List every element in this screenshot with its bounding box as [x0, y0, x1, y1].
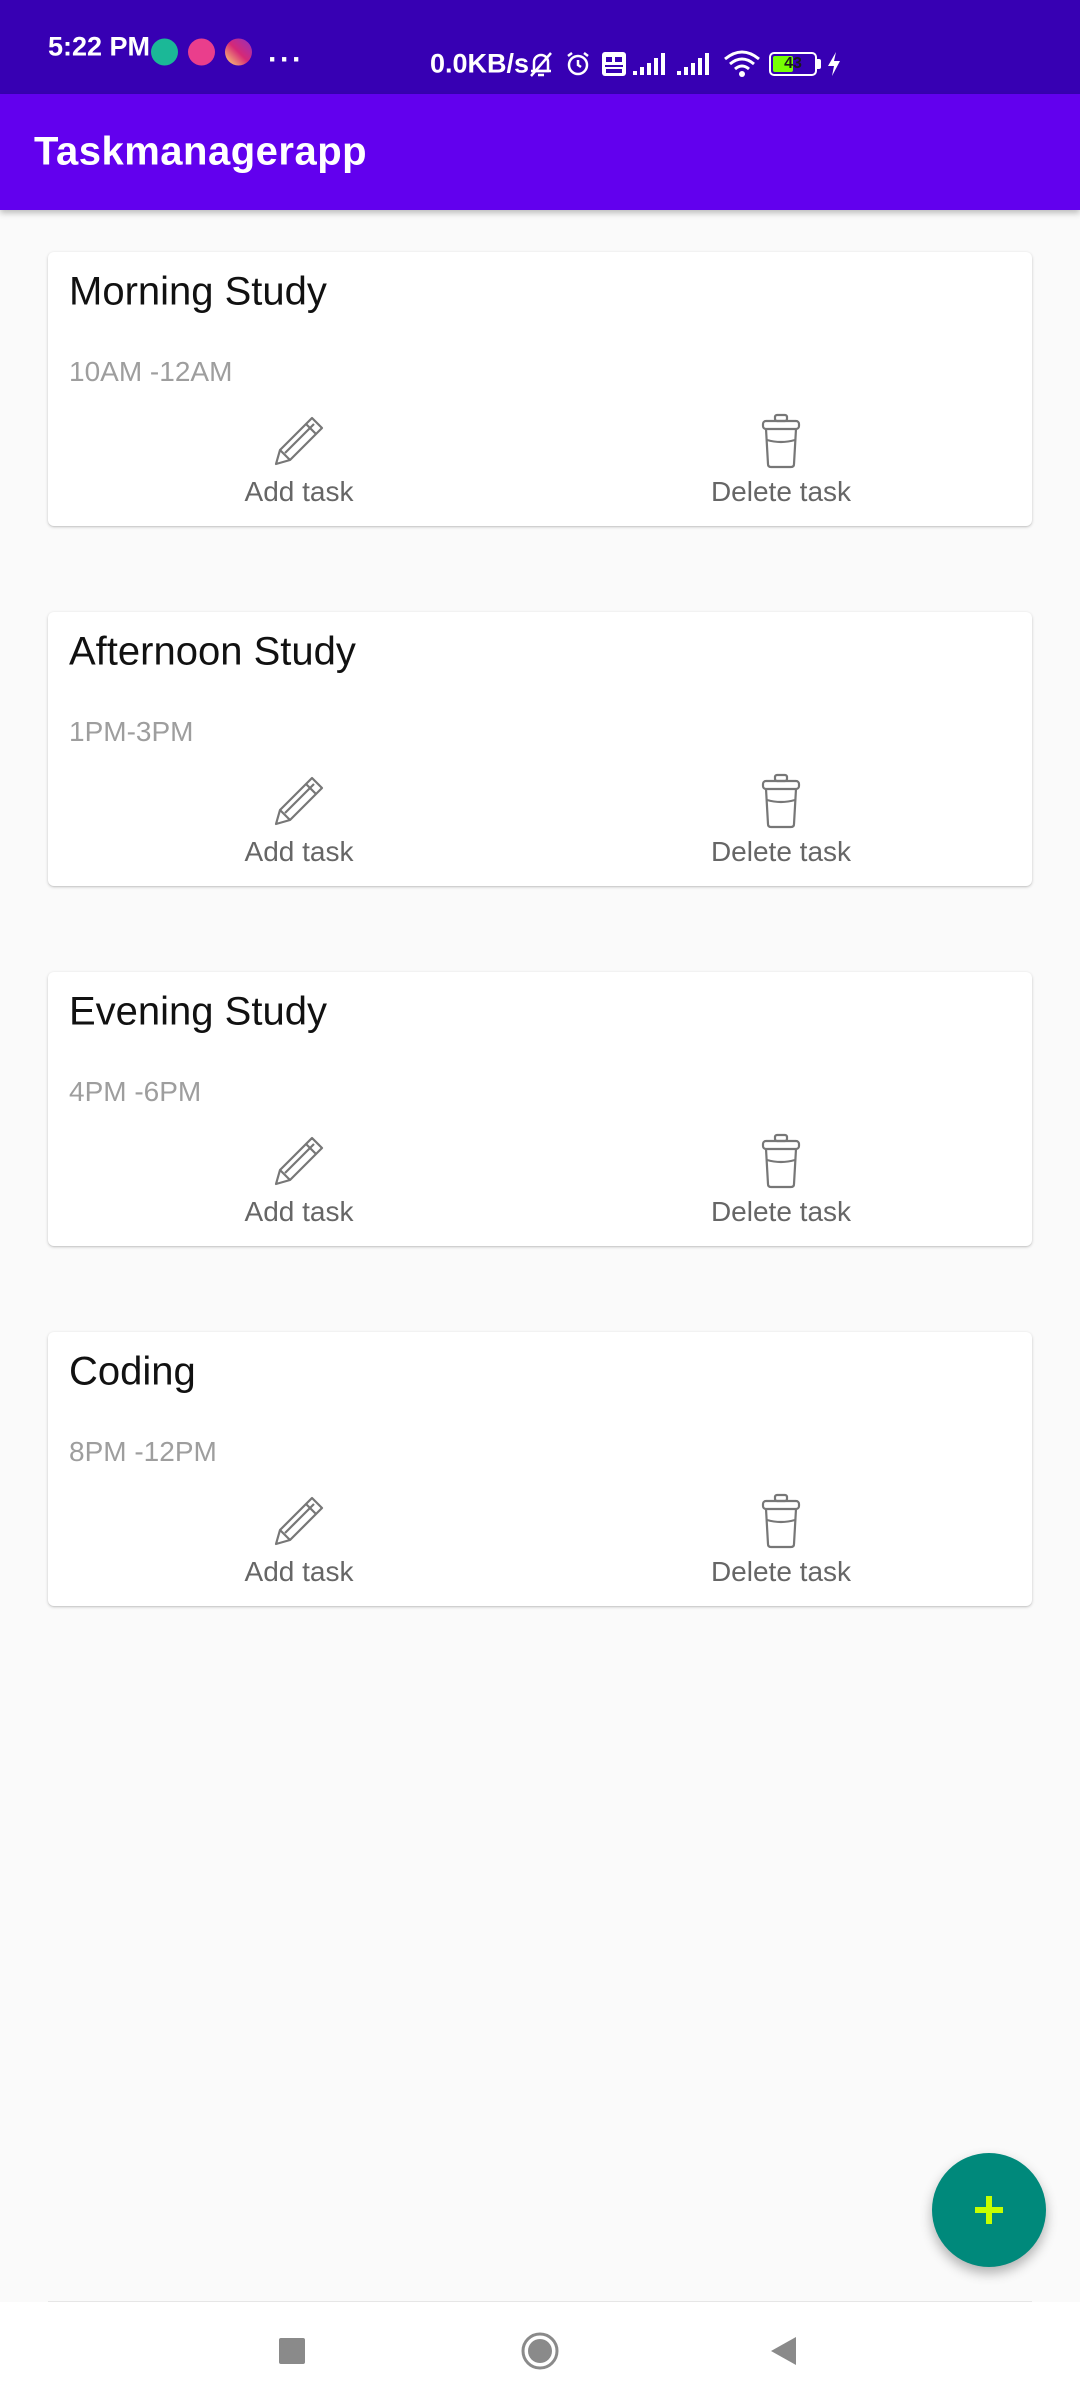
add-task-button[interactable]: Add task: [179, 770, 419, 880]
battery-icon: 43: [769, 52, 821, 76]
add-task-button[interactable]: Add task: [179, 1490, 419, 1600]
signal-strength-icon-1: [633, 53, 665, 75]
task-title: Morning Study: [69, 269, 327, 314]
status-bar: 5:22 PM ··· 0.0KB/s 43: [0, 0, 1080, 94]
volte-icon: [602, 52, 626, 76]
add-task-label: Add task: [244, 1556, 354, 1587]
trash-icon: [761, 773, 801, 829]
task-time: 10AM -12AM: [69, 356, 233, 387]
add-category-fab[interactable]: [932, 2153, 1046, 2267]
add-task-label: Add task: [244, 1196, 354, 1227]
task-title: Afternoon Study: [69, 629, 356, 674]
delete-task-button[interactable]: Delete task: [661, 770, 901, 880]
task-title: Coding: [69, 1349, 196, 1394]
network-speed: 0.0KB/s: [430, 48, 530, 79]
delete-task-button[interactable]: Delete task: [661, 1130, 901, 1240]
app-notification-icon-1: [151, 38, 178, 66]
task-card: Coding 8PM -12PM Add task Delete task: [48, 1332, 1032, 1606]
plus-icon: [975, 2196, 1003, 2224]
trash-icon: [761, 1133, 801, 1189]
battery-level: 43: [784, 55, 802, 72]
add-task-label: Add task: [244, 836, 354, 867]
app-notification-icon-2: [188, 38, 215, 66]
task-title: Evening Study: [69, 989, 327, 1034]
muted-bell-icon: [530, 52, 552, 77]
trash-icon: [761, 413, 801, 469]
delete-task-label: Delete task: [710, 1556, 852, 1587]
task-card: Morning Study 10AM -12AM Add task Delete…: [48, 252, 1032, 526]
more-notifications-icon: ···: [268, 43, 304, 76]
trash-icon: [761, 1493, 801, 1549]
pencil-icon: [274, 776, 324, 826]
pencil-icon: [274, 1496, 324, 1546]
delete-task-label: Delete task: [710, 1196, 852, 1227]
home-circle-icon[interactable]: [520, 2331, 560, 2371]
task-time: 1PM-3PM: [69, 716, 194, 747]
status-time: 5:22 PM: [48, 31, 151, 62]
delete-task-label: Delete task: [710, 476, 852, 507]
signal-strength-icon-2: [677, 53, 709, 75]
task-card: Evening Study 4PM -6PM Add task Delete t…: [48, 972, 1032, 1246]
instagram-icon: [225, 38, 252, 66]
task-time: 8PM -12PM: [69, 1436, 217, 1467]
task-time: 4PM -6PM: [69, 1076, 202, 1107]
recents-square-icon[interactable]: [278, 2337, 306, 2365]
add-task-button[interactable]: Add task: [179, 410, 419, 520]
back-triangle-icon[interactable]: [768, 2335, 798, 2367]
pencil-icon: [274, 416, 324, 466]
app-title: Taskmanagerapp: [34, 129, 368, 174]
wifi-icon: [724, 50, 760, 77]
task-card: Afternoon Study 1PM-3PM Add task Delete …: [48, 612, 1032, 886]
charging-icon: [828, 52, 840, 76]
add-task-label: Add task: [244, 476, 354, 507]
add-task-button[interactable]: Add task: [179, 1130, 419, 1240]
app-bar: Taskmanagerapp: [0, 94, 1080, 210]
system-navigation-bar: [0, 2302, 1080, 2400]
delete-task-button[interactable]: Delete task: [661, 410, 901, 520]
pencil-icon: [274, 1136, 324, 1186]
alarm-icon: [567, 52, 589, 76]
delete-task-button[interactable]: Delete task: [661, 1490, 901, 1600]
delete-task-label: Delete task: [710, 836, 852, 867]
